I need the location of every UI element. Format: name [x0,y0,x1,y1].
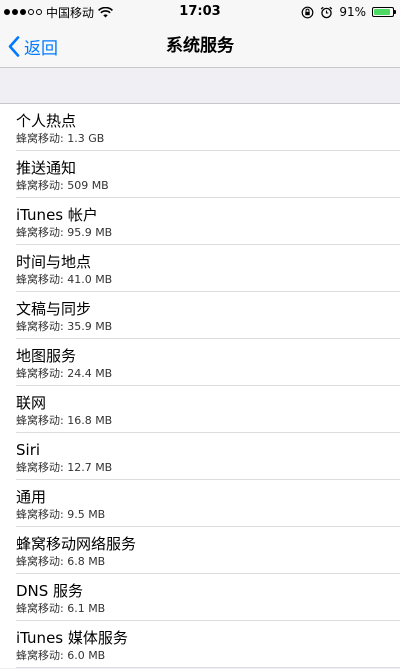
service-name: Siri [16,441,41,459]
status-bar: 中国移动 17:03 91% [0,0,400,24]
list-item: 时间与地点蜂窝移动: 41.0 MB [0,245,400,292]
service-name: 通用 [16,488,47,506]
service-name: iTunes 帐户 [16,206,98,224]
list-item: 推送通知蜂窝移动: 509 MB [0,151,400,198]
list-item: 联网蜂窝移动: 16.8 MB [0,386,400,433]
service-name: 联网 [16,394,47,412]
list-item: 通用蜂窝移动: 9.5 MB [0,480,400,527]
service-usage: 蜂窝移动: 1.3 GB [16,132,105,145]
service-usage: 蜂窝移动: 6.1 MB [16,602,106,615]
orientation-lock-icon [301,6,314,18]
service-name: 推送通知 [16,159,77,177]
navigation-bar: 返回 系统服务 [0,24,400,68]
service-usage: 蜂窝移动: 509 MB [16,179,109,192]
page-title: 系统服务 [166,36,234,56]
list-item: iTunes 媒体服务蜂窝移动: 6.0 MB [0,621,400,668]
battery-fill [374,9,391,15]
service-usage: 蜂窝移动: 24.4 MB [16,367,113,380]
list-item: iTunes 帐户蜂窝移动: 95.9 MB [0,198,400,245]
list-item: 地图服务蜂窝移动: 24.4 MB [0,339,400,386]
list-item: 蜂窝移动网络服务蜂窝移动: 6.8 MB [0,527,400,574]
list-item: 个人热点蜂窝移动: 1.3 GB [0,104,400,151]
alarm-icon [321,6,333,18]
service-usage: 蜂窝移动: 16.8 MB [16,414,113,427]
service-usage: 蜂窝移动: 12.7 MB [16,461,113,474]
status-bar-right: 91% [301,0,396,24]
list-item: Siri 蜂窝移动: 12.7 MB [0,433,400,480]
service-name: 地图服务 [16,347,77,365]
list-item: 文稿与同步蜂窝移动: 35.9 MB [0,292,400,339]
list-item: DNS 服务蜂窝移动: 6.1 MB [0,574,400,621]
service-name: 文稿与同步 [16,300,92,318]
service-list: 个人热点 蜂窝移动: 1.3 GB 推送通知 蜂窝移动: 509 MB iTunes 帐… [0,103,400,668]
service-name: iTunes 媒体服务 [16,629,128,647]
service-name: 时间与地点 [16,253,92,271]
service-usage: 蜂窝移动: 95.9 MB [16,226,113,239]
service-usage: 蜂窝移动: 41.0 MB [16,273,113,286]
service-usage: 蜂窝移动: 6.8 MB [16,555,106,568]
service-name: 蜂窝移动网络服务 [16,535,137,553]
service-usage: 蜂窝移动: 9.5 MB [16,508,106,521]
battery-icon [372,7,396,17]
service-name: DNS 服务 [16,582,84,600]
battery-percent: 91% [339,5,366,19]
service-usage: 蜂窝移动: 6.0 MB [16,649,106,662]
service-name: 个人热点 [16,112,77,130]
service-usage: 蜂窝移动: 35.9 MB [16,320,113,333]
